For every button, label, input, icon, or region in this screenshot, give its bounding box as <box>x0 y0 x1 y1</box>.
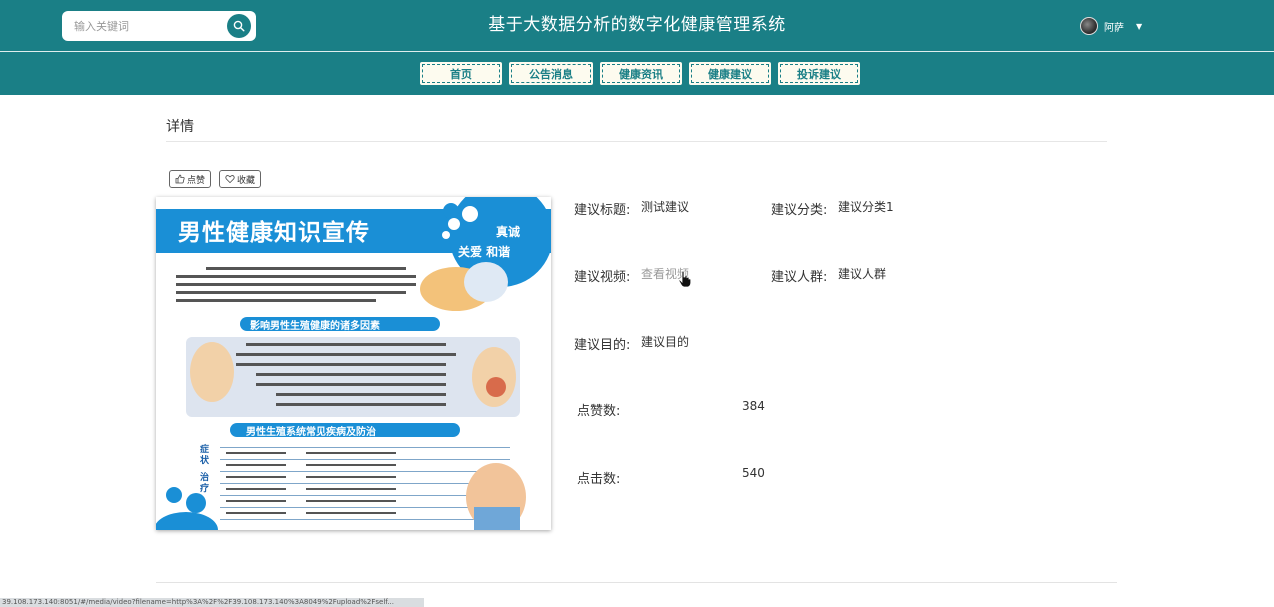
clicks-count: 540 <box>742 466 765 480</box>
hand-cursor-icon <box>678 270 692 288</box>
favorite-button[interactable]: 收藏 <box>219 170 262 188</box>
title-label: 建议标题: <box>574 203 631 218</box>
thumbs-up-icon <box>175 174 185 184</box>
footer-divider <box>156 582 1117 583</box>
user-menu[interactable]: 阿萨 ▼ <box>1080 17 1142 35</box>
clicks-label: 点击数: <box>577 472 621 487</box>
poster-badge-2: 关爱 和谐 <box>458 245 511 259</box>
poster-section-2: 男性生殖系统常见疾病及防治 <box>246 427 376 438</box>
title-divider <box>166 141 1107 142</box>
avatar <box>1080 17 1098 35</box>
nav-health-news[interactable]: 健康资讯 <box>598 60 684 87</box>
likes-count: 384 <box>742 399 765 413</box>
purpose-value: 建议目的 <box>641 335 690 349</box>
poster-side-2: 治疗 <box>200 473 210 494</box>
username: 阿萨 <box>1104 22 1124 34</box>
poster-title: 男性健康知识宣传 <box>178 220 370 246</box>
purpose-label: 建议目的: <box>574 338 631 353</box>
browser-status-url: 39.108.173.140:8051/#/media/video?filena… <box>0 598 424 607</box>
nav-bar: 首页 公告消息 健康资讯 健康建议 投诉建议 <box>0 52 1274 95</box>
heart-icon <box>225 175 235 184</box>
search-box <box>62 11 256 41</box>
category-value: 建议分类1 <box>838 200 894 214</box>
nav-home[interactable]: 首页 <box>418 60 504 87</box>
poster-side-1: 症状 <box>200 445 210 466</box>
category-label: 建议分类: <box>771 203 828 218</box>
advice-cover-image: 男性健康知识宣传 真诚 关爱 和谐 影响男性生殖健康的诸多因素 男性生殖系统常见… <box>156 197 551 530</box>
search-icon <box>233 20 245 32</box>
page-title: 详情 <box>166 119 194 135</box>
poster-badge-1: 真诚 <box>496 225 521 239</box>
like-label: 点赞 <box>187 175 206 186</box>
search-button[interactable] <box>227 14 251 38</box>
search-input[interactable] <box>74 19 224 33</box>
video-label: 建议视频: <box>574 270 631 285</box>
crowd-label: 建议人群: <box>771 270 828 285</box>
likes-label: 点赞数: <box>577 404 621 419</box>
crowd-value: 建议人群 <box>838 267 887 281</box>
nav-complaints[interactable]: 投诉建议 <box>776 60 862 87</box>
top-bar: 基于大数据分析的数字化健康管理系统 阿萨 ▼ <box>0 0 1274 51</box>
title-value: 测试建议 <box>641 200 690 214</box>
favorite-label: 收藏 <box>237 175 256 186</box>
nav-health-advice[interactable]: 健康建议 <box>687 60 773 87</box>
poster-section-1: 影响男性生殖健康的诸多因素 <box>250 321 380 332</box>
caret-down-icon: ▼ <box>1136 21 1143 31</box>
like-button[interactable]: 点赞 <box>169 170 212 188</box>
nav-announcements[interactable]: 公告消息 <box>507 60 595 87</box>
